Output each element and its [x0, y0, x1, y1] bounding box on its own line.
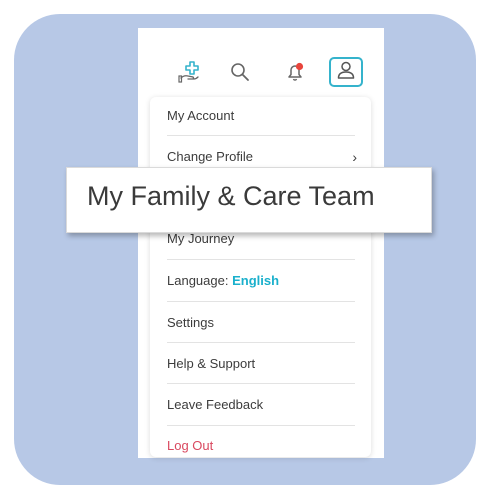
- menu-item-settings[interactable]: Settings: [167, 314, 355, 332]
- menu-divider: [167, 425, 355, 426]
- menu-item-label: Change Profile: [167, 149, 253, 164]
- notifications-button[interactable]: [278, 57, 312, 87]
- menu-item-family-care-team-callout[interactable]: My Family & Care Team: [66, 167, 432, 233]
- add-care-button[interactable]: [173, 57, 207, 87]
- menu-divider: [167, 135, 355, 136]
- profile-icon: [335, 59, 357, 86]
- menu-item-help-support[interactable]: Help & Support: [167, 355, 355, 373]
- menu-divider: [167, 259, 355, 260]
- language-value: English: [232, 273, 280, 288]
- chevron-right-icon: ›: [352, 149, 357, 165]
- search-icon: [229, 61, 251, 83]
- notification-bell-icon: [283, 60, 307, 84]
- menu-item-my-account[interactable]: My Account: [167, 107, 355, 125]
- menu-item-language[interactable]: Language: English: [167, 272, 355, 290]
- search-button[interactable]: [223, 57, 257, 87]
- menu-item-leave-feedback[interactable]: Leave Feedback: [167, 396, 355, 414]
- menu-item-log-out[interactable]: Log Out: [167, 437, 355, 455]
- profile-button[interactable]: [329, 57, 363, 87]
- menu-item-change-profile[interactable]: Change Profile ›: [167, 148, 357, 166]
- add-care-icon: [177, 59, 203, 85]
- menu-divider: [167, 342, 355, 343]
- profile-dropdown-menu: My Account Change Profile › My Journey L…: [150, 97, 371, 457]
- language-label: Language:: [167, 273, 229, 288]
- callout-label: My Family & Care Team: [87, 181, 375, 211]
- app-panel: My Account Change Profile › My Journey L…: [138, 28, 384, 458]
- menu-divider: [167, 383, 355, 384]
- menu-divider: [167, 301, 355, 302]
